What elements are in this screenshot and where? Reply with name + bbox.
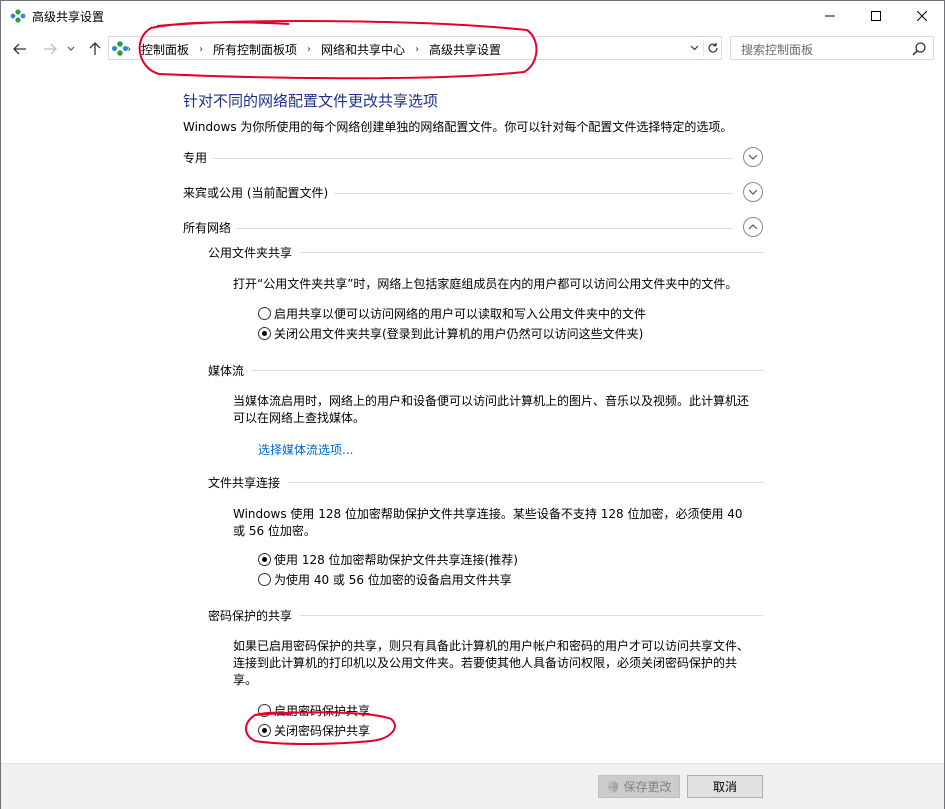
breadcrumb-separator[interactable]: ›: [307, 44, 311, 55]
close-button[interactable]: [899, 1, 945, 31]
search-icon[interactable]: [911, 41, 927, 57]
breadcrumb-advanced-sharing[interactable]: 高级共享设置: [429, 41, 501, 58]
arrow-up-icon: [89, 42, 101, 55]
page-title: 针对不同的网络配置文件更改共享选项: [183, 92, 439, 110]
profile-label: 来宾或公用 (当前配置文件): [183, 184, 335, 201]
divider: [183, 228, 733, 229]
profile-label: 专用: [183, 149, 214, 166]
profile-guest-public[interactable]: 来宾或公用 (当前配置文件): [183, 182, 763, 204]
arrow-right-icon: [44, 43, 57, 55]
radio-public-folder-off[interactable]: 关闭公用文件夹共享(登录到此计算机的用户仍然可以访问这些文件夹): [258, 325, 643, 342]
radio-password-on[interactable]: 启用密码保护共享: [258, 702, 370, 719]
cancel-button[interactable]: 取消: [687, 775, 763, 798]
save-changes-button[interactable]: 保存更改: [598, 775, 680, 798]
window-title: 高级共享设置: [32, 10, 105, 24]
forward-button[interactable]: [39, 39, 61, 59]
divider: [183, 158, 733, 159]
chevron-down-icon: [690, 45, 698, 51]
breadcrumb-separator[interactable]: ›: [199, 44, 203, 55]
radio-password-off[interactable]: 关闭密码保护共享: [258, 722, 370, 739]
breadcrumb-network-center[interactable]: 网络和共享中心: [321, 41, 405, 58]
chevron-up-icon: [748, 224, 758, 230]
profile-private[interactable]: 专用: [183, 147, 763, 169]
breadcrumb-all-items[interactable]: 所有控制面板项: [213, 41, 297, 58]
divider: [208, 370, 763, 371]
radio-unchecked[interactable]: [258, 307, 271, 320]
up-button[interactable]: [84, 39, 106, 59]
recent-locations-button[interactable]: [64, 39, 78, 59]
navigation-bar: › 控制面板 › 所有控制面板项 › 网络和共享中心 › 高级共享设置 搜索控制…: [1, 31, 944, 67]
radio-unchecked[interactable]: [258, 704, 271, 717]
network-sharing-icon: [10, 9, 26, 23]
advanced-sharing-window: 高级共享设置 › 控制面板 › 所有控制面板项 › 网络和共享中心 › 高级共享…: [0, 0, 945, 809]
search-input[interactable]: 搜索控制面板: [741, 41, 813, 58]
title-bar: 高级共享设置: [1, 1, 944, 31]
radio-public-folder-on[interactable]: 启用共享以便可以访问网络的用户可以读取和写入公用文件夹中的文件: [258, 305, 646, 322]
expand-button[interactable]: [743, 147, 763, 167]
chevron-down-icon: [748, 189, 758, 195]
minimize-icon: [825, 15, 835, 17]
refresh-button[interactable]: [703, 39, 721, 57]
media-heading: 媒体流: [208, 362, 763, 379]
uac-shield-icon: [608, 780, 619, 793]
footer-bar: 保存更改 取消: [1, 764, 944, 809]
file-sharing-heading: 文件共享连接: [208, 474, 763, 491]
radio-checked[interactable]: [258, 327, 271, 340]
public-folder-heading: 公用文件夹共享: [208, 244, 763, 261]
back-button[interactable]: [9, 39, 31, 59]
close-icon: [917, 11, 927, 21]
breadcrumb-control-panel[interactable]: 控制面板: [141, 41, 189, 58]
radio-unchecked[interactable]: [258, 573, 271, 586]
maximize-icon: [871, 11, 881, 21]
page-description: Windows 为你所使用的每个网络创建单独的网络配置文件。你可以针对每个配置文…: [183, 120, 733, 134]
divider: [208, 482, 763, 483]
radio-128-bit[interactable]: 使用 128 位加密帮助保护文件共享连接(推荐): [258, 551, 518, 568]
profile-label: 所有网络: [183, 219, 238, 236]
file-sharing-text: Windows 使用 128 位加密帮助保护文件共享连接。某些设备不支持 128…: [233, 507, 743, 538]
address-dropdown-button[interactable]: [687, 40, 701, 56]
password-heading: 密码保护的共享: [208, 607, 763, 624]
breadcrumb-separator[interactable]: ›: [415, 44, 419, 55]
refresh-icon: [707, 42, 718, 53]
password-text: 如果已启用密码保护的共享，则只有具备此计算机的用户帐户和密码的用户才可以访问共享…: [233, 639, 750, 687]
media-text: 当媒体流启用时，网络上的用户和设备便可以访问此计算机上的图片、音乐以及视频。此计…: [233, 394, 750, 425]
minimize-button[interactable]: [807, 1, 853, 31]
arrow-left-icon: [13, 43, 26, 55]
chevron-down-icon: [748, 154, 758, 160]
breadcrumb: › 控制面板 › 所有控制面板项 › 网络和共享中心 › 高级共享设置: [127, 41, 501, 58]
radio-40-56-bit[interactable]: 为使用 40 或 56 位加密的设备启用文件共享: [258, 571, 512, 588]
radio-checked[interactable]: [258, 553, 271, 566]
collapse-button[interactable]: [743, 217, 763, 237]
breadcrumb-separator[interactable]: ›: [127, 44, 131, 55]
expand-button[interactable]: [743, 182, 763, 202]
media-streaming-options-link[interactable]: 选择媒体流选项...: [258, 441, 353, 458]
radio-checked[interactable]: [258, 724, 271, 737]
maximize-button[interactable]: [853, 1, 899, 31]
address-bar[interactable]: › 控制面板 › 所有控制面板项 › 网络和共享中心 › 高级共享设置: [108, 36, 722, 60]
chevron-down-icon: [67, 46, 75, 51]
profile-all-networks[interactable]: 所有网络: [183, 217, 763, 239]
public-folder-text: 打开“公用文件夹共享”时，网络上包括家庭组成员在内的用户都可以访问公用文件夹中的…: [233, 277, 738, 291]
search-box[interactable]: 搜索控制面板: [730, 36, 934, 60]
